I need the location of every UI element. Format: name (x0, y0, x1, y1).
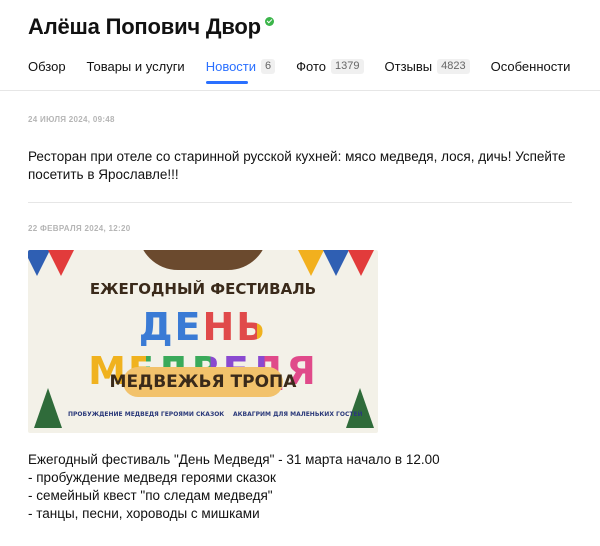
org-header: Алёша Попович Двор Обзор Товары и услуги… (0, 0, 600, 88)
tabs-bar: Обзор Товары и услуги Новости 6 Фото 137… (28, 58, 600, 88)
tab-label: Обзор (28, 59, 66, 74)
post-line: Ежегодный фестиваль "День Медведя" - 31 … (28, 452, 440, 467)
news-post: 24 ИЮЛЯ 2024, 09:48 Ресторан при отеле с… (0, 91, 600, 184)
tree-shape (34, 388, 62, 428)
news-post: 22 ФЕВРАЛЯ 2024, 12:20 ЕЖЕГОДНЫЙ ФЕСТИВА… (0, 203, 600, 523)
tab-count-badge: 4823 (437, 59, 470, 74)
verified-icon (264, 16, 274, 26)
tab-reviews[interactable]: Отзывы 4823 (385, 58, 470, 88)
post-line: - семейный квест "по следам медведя" (28, 488, 273, 503)
tab-label: Фото (296, 59, 327, 74)
tab-photos[interactable]: Фото 1379 (296, 58, 364, 88)
post-line: - танцы, песни, хороводы с мишками (28, 506, 260, 521)
post-text: Ежегодный фестиваль "День Медведя" - 31 … (28, 451, 572, 523)
org-title: Алёша Попович Двор (28, 14, 261, 39)
bunting-flag (28, 250, 50, 276)
tab-overview[interactable]: Обзор (28, 58, 66, 88)
tab-count-badge: 6 (261, 59, 276, 74)
post-date: 24 ИЮЛЯ 2024, 09:48 (28, 115, 115, 124)
banner-line1: ЕЖЕГОДНЫЙ ФЕСТИВАЛЬ (89, 280, 317, 298)
bunting-flag (298, 250, 324, 276)
tab-label: Новости (205, 59, 257, 74)
tab-label: Отзывы (384, 59, 433, 74)
tree-shape (346, 388, 374, 428)
tab-goods-services[interactable]: Товары и услуги (87, 58, 185, 88)
post-image[interactable]: ЕЖЕГОДНЫЙ ФЕСТИВАЛЬ ДЕНЬ МЕДВЕДЯ МЕДВЕЖЬ… (28, 250, 378, 433)
banner-line3: МЕДВЕЖЬЯ ТРОПА (109, 372, 297, 392)
post-date: 22 ФЕВРАЛЯ 2024, 12:20 (28, 224, 131, 233)
tab-features[interactable]: Особенности (491, 58, 571, 88)
post-line: - пробуждение медведя героями сказок (28, 470, 276, 485)
tab-news[interactable]: Новости 6 (205, 58, 276, 88)
title-row: Алёша Попович Двор (28, 14, 600, 40)
tab-label: Особенности (490, 59, 571, 74)
bunting-flag (48, 250, 74, 276)
bear-head-shape (138, 250, 268, 270)
banner-caption-left: ПРОБУЖДЕНИЕ МЕДВЕДЯ ГЕРОЯМИ СКАЗОК (68, 411, 225, 418)
post-text: Ресторан при отеле со старинной русской … (28, 149, 566, 182)
bunting-flag (348, 250, 374, 276)
bunting-flag (323, 250, 349, 276)
banner-caption-right: АКВАГРИМ ДЛЯ МАЛЕНЬКИХ ГОСТЕЙ (233, 411, 363, 418)
tab-label: Товары и услуги (86, 59, 185, 74)
tab-count-badge: 1379 (331, 59, 364, 74)
